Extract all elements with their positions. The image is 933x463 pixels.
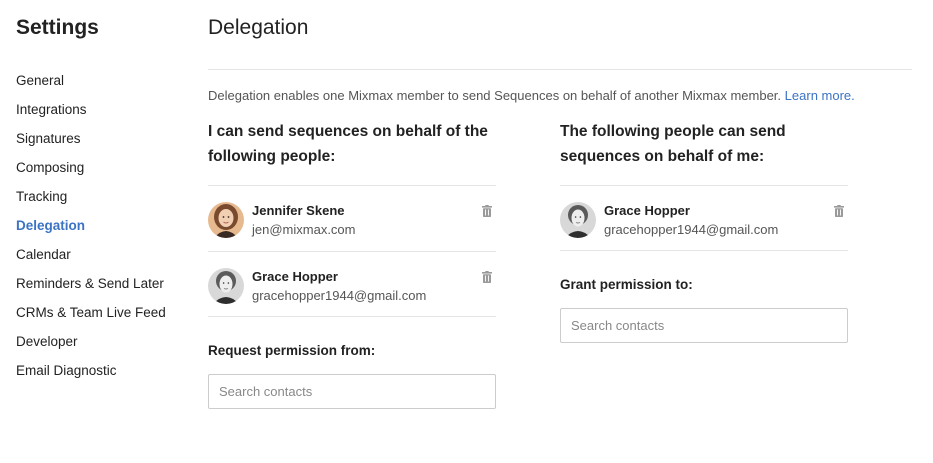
nav-item-delegation[interactable]: Delegation — [16, 218, 166, 247]
delegates-section: The following people can send sequences … — [560, 120, 848, 251]
request-permission-label: Request permission from: — [208, 343, 376, 358]
person-email: jen@mixmax.com — [252, 222, 356, 237]
person-name: Grace Hopper — [252, 269, 338, 284]
avatar-jennifer-image — [208, 202, 244, 238]
header-divider — [208, 69, 912, 70]
trash-icon[interactable] — [482, 205, 492, 217]
avatar — [208, 202, 244, 238]
delegators-heading: I can send sequences on behalf of the fo… — [208, 123, 488, 165]
description-text: Delegation enables one Mixmax member to … — [208, 88, 782, 103]
nav-item-composing[interactable]: Composing — [16, 160, 166, 189]
sidebar-title: Settings — [16, 16, 99, 39]
delegates-heading: The following people can send sequences … — [560, 123, 786, 165]
trash-icon[interactable] — [482, 271, 492, 283]
person-row: Jennifer Skene jen@mixmax.com — [208, 185, 496, 251]
learn-more-link[interactable]: Learn more. — [785, 88, 855, 103]
person-name: Jennifer Skene — [252, 203, 345, 218]
nav-item-signatures[interactable]: Signatures — [16, 131, 166, 160]
request-search-input[interactable] — [208, 374, 496, 409]
nav-item-tracking[interactable]: Tracking — [16, 189, 166, 218]
trash-icon[interactable] — [834, 205, 844, 217]
nav-item-general[interactable]: General — [16, 73, 166, 102]
page-title: Delegation — [208, 16, 309, 39]
person-email: gracehopper1944@gmail.com — [252, 288, 427, 303]
avatar-grace-image — [208, 268, 244, 304]
person-row: Grace Hopper gracehopper1944@gmail.com — [560, 185, 848, 251]
nav-item-calendar[interactable]: Calendar — [16, 247, 166, 276]
page-description: Delegation enables one Mixmax member to … — [208, 88, 855, 103]
nav-item-integrations[interactable]: Integrations — [16, 102, 166, 131]
nav-item-developer[interactable]: Developer — [16, 334, 166, 363]
person-email: gracehopper1944@gmail.com — [604, 222, 779, 237]
settings-nav: General Integrations Signatures Composin… — [16, 73, 166, 392]
nav-item-crms[interactable]: CRMs & Team Live Feed — [16, 305, 166, 334]
avatar-grace-image — [560, 202, 596, 238]
avatar — [560, 202, 596, 238]
delegators-section: I can send sequences on behalf of the fo… — [208, 120, 496, 317]
person-name: Grace Hopper — [604, 203, 690, 218]
grant-permission-label: Grant permission to: — [560, 277, 693, 292]
grant-search-input[interactable] — [560, 308, 848, 343]
nav-item-reminders[interactable]: Reminders & Send Later — [16, 276, 166, 305]
avatar — [208, 268, 244, 304]
person-row: Grace Hopper gracehopper1944@gmail.com — [208, 251, 496, 317]
nav-item-email-diagnostic[interactable]: Email Diagnostic — [16, 363, 166, 392]
